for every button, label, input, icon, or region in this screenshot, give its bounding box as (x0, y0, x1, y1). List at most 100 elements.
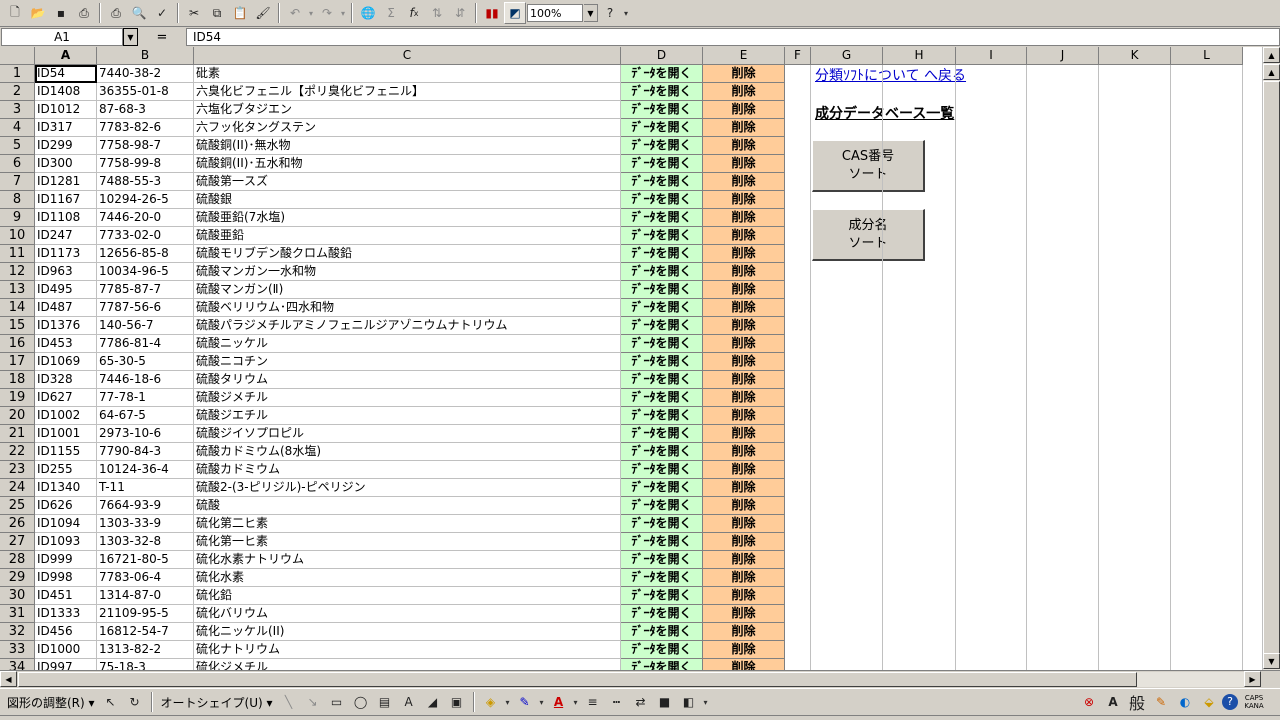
row-header[interactable]: 20 (0, 407, 35, 425)
open-data-button[interactable]: ﾃﾞｰﾀを開く (621, 227, 703, 245)
delete-button[interactable]: 削除 (703, 497, 785, 515)
ime-pad-icon[interactable]: ◐ (1174, 691, 1196, 713)
function-icon[interactable]: fx (403, 2, 425, 24)
delete-button[interactable]: 削除 (703, 263, 785, 281)
open-data-button[interactable]: ﾃﾞｰﾀを開く (621, 137, 703, 155)
scroll-down-icon[interactable]: ▼ (1263, 653, 1280, 669)
delete-button[interactable]: 削除 (703, 83, 785, 101)
cell-component-name[interactable]: 六塩化ブタジエン (194, 101, 621, 119)
cell-id[interactable]: ID627 (35, 389, 97, 407)
cas-sort-button[interactable]: CAS番号 ソート (812, 140, 925, 192)
cell-id[interactable]: ID1108 (35, 209, 97, 227)
delete-button[interactable]: 削除 (703, 299, 785, 317)
row-header[interactable]: 23 (0, 461, 35, 479)
cell-id[interactable]: ID1408 (35, 83, 97, 101)
cell-id[interactable]: ID1001 (35, 425, 97, 443)
cell-cas-number[interactable]: T-11 (97, 479, 194, 497)
cell-cas-number[interactable]: 10294-26-5 (97, 191, 194, 209)
row-header[interactable]: 26 (0, 515, 35, 533)
new-icon[interactable]: 🗋 (4, 2, 26, 24)
cell-id[interactable]: ID255 (35, 461, 97, 479)
cell-cas-number[interactable]: 75-18-3 (97, 659, 194, 670)
row-header[interactable]: 33 (0, 641, 35, 659)
column-header-g[interactable]: G (811, 47, 883, 65)
cell-component-name[interactable]: 硫化ニッケル(II) (194, 623, 621, 641)
cell-id[interactable]: ID495 (35, 281, 97, 299)
worksheet-grid[interactable]: 分類ｿﾌﾄについて へ戻る 成分データベース一覧 CAS番号 ソート 成分名 ソ… (0, 47, 1262, 670)
cell-cas-number[interactable]: 7446-18-6 (97, 371, 194, 389)
cell-cas-number[interactable]: 16812-54-7 (97, 623, 194, 641)
open-data-button[interactable]: ﾃﾞｰﾀを開く (621, 83, 703, 101)
open-data-button[interactable]: ﾃﾞｰﾀを開く (621, 533, 703, 551)
open-data-button[interactable]: ﾃﾞｰﾀを開く (621, 65, 703, 83)
cell-component-name[interactable]: 硫化第一ヒ素 (194, 533, 621, 551)
row-header[interactable]: 22 (0, 443, 35, 461)
cell-cas-number[interactable]: 1314-87-0 (97, 587, 194, 605)
cut-icon[interactable]: ✂ (183, 2, 205, 24)
cell-cas-number[interactable]: 65-30-5 (97, 353, 194, 371)
drawing-icon[interactable]: ◩ (504, 2, 526, 24)
open-data-button[interactable]: ﾃﾞｰﾀを開く (621, 263, 703, 281)
open-data-button[interactable]: ﾃﾞｰﾀを開く (621, 641, 703, 659)
delete-button[interactable]: 削除 (703, 137, 785, 155)
row-header[interactable]: 12 (0, 263, 35, 281)
cell-component-name[interactable]: 砒素 (194, 65, 621, 83)
cell-id[interactable]: ID451 (35, 587, 97, 605)
row-header[interactable]: 25 (0, 497, 35, 515)
row-header[interactable]: 8 (0, 191, 35, 209)
cell-id[interactable]: ID1069 (35, 353, 97, 371)
ime-help-icon[interactable]: ? (1222, 693, 1238, 710)
cell-cas-number[interactable]: 7787-56-6 (97, 299, 194, 317)
cell-cas-number[interactable]: 2973-10-6 (97, 425, 194, 443)
delete-button[interactable]: 削除 (703, 209, 785, 227)
cell-id[interactable]: ID999 (35, 551, 97, 569)
cell-component-name[interactable]: 硫酸タリウム (194, 371, 621, 389)
print-icon[interactable]: ⎙ (105, 2, 127, 24)
open-data-button[interactable]: ﾃﾞｰﾀを開く (621, 317, 703, 335)
clipart-icon[interactable]: ◢ (422, 691, 444, 713)
cell-component-name[interactable]: 硫酸亜鉛(7水塩) (194, 209, 621, 227)
cell-component-name[interactable]: 硫酸第一スズ (194, 173, 621, 191)
cell-component-name[interactable]: 六フッ化タングステン (194, 119, 621, 137)
cell-cas-number[interactable]: 7488-55-3 (97, 173, 194, 191)
open-data-button[interactable]: ﾃﾞｰﾀを開く (621, 353, 703, 371)
3d-icon[interactable]: ◧ (678, 691, 700, 713)
undo-icon[interactable]: ↶ (284, 2, 306, 24)
delete-button[interactable]: 削除 (703, 443, 785, 461)
cell-component-name[interactable]: 硫酸 (194, 497, 621, 515)
cell-component-name[interactable]: 硫酸カドミウム(8水塩) (194, 443, 621, 461)
ime-conversion-mode[interactable]: 般 (1126, 691, 1148, 713)
cell-cas-number[interactable]: 1303-32-8 (97, 533, 194, 551)
autoshape-menu-button[interactable]: オートシェイプ(U) ▾ (158, 694, 276, 711)
cell-cas-number[interactable]: 7758-98-7 (97, 137, 194, 155)
select-objects-icon[interactable]: ↖ (100, 691, 122, 713)
cell-cas-number[interactable]: 7664-93-9 (97, 497, 194, 515)
cell-id[interactable]: ID299 (35, 137, 97, 155)
copy-icon[interactable]: ⧉ (206, 2, 228, 24)
delete-button[interactable]: 削除 (703, 551, 785, 569)
cell-component-name[interactable]: 硫酸2-(3-ピリジル)-ピペリジン (194, 479, 621, 497)
scroll-left-icon[interactable]: ◀ (0, 671, 17, 687)
row-header[interactable]: 10 (0, 227, 35, 245)
column-header-e[interactable]: E (703, 47, 785, 65)
cell-id[interactable]: ID626 (35, 497, 97, 515)
delete-button[interactable]: 削除 (703, 389, 785, 407)
delete-button[interactable]: 削除 (703, 191, 785, 209)
cell-id[interactable]: ID1155 (35, 443, 97, 461)
cell-id[interactable]: ID456 (35, 623, 97, 641)
cell-id[interactable]: ID1000 (35, 641, 97, 659)
horizontal-scroll-track[interactable] (1137, 672, 1244, 687)
cell-cas-number[interactable]: 64-67-5 (97, 407, 194, 425)
cell-component-name[interactable]: 硫酸ジイソプロピル (194, 425, 621, 443)
cell-component-name[interactable]: 硫化鉛 (194, 587, 621, 605)
print-preview-icon[interactable]: 🔍 (128, 2, 150, 24)
line-color-dropdown-icon[interactable]: ▾ (538, 698, 546, 707)
scroll-up-icon[interactable]: ▲ (1263, 47, 1280, 63)
fill-color-dropdown-icon[interactable]: ▾ (504, 698, 512, 707)
picture-icon[interactable]: ▣ (446, 691, 468, 713)
font-color-icon[interactable]: A (548, 691, 570, 713)
row-header[interactable]: 7 (0, 173, 35, 191)
cell-cas-number[interactable]: 36355-01-8 (97, 83, 194, 101)
cell-id[interactable]: ID1093 (35, 533, 97, 551)
oval-icon[interactable]: ◯ (350, 691, 372, 713)
